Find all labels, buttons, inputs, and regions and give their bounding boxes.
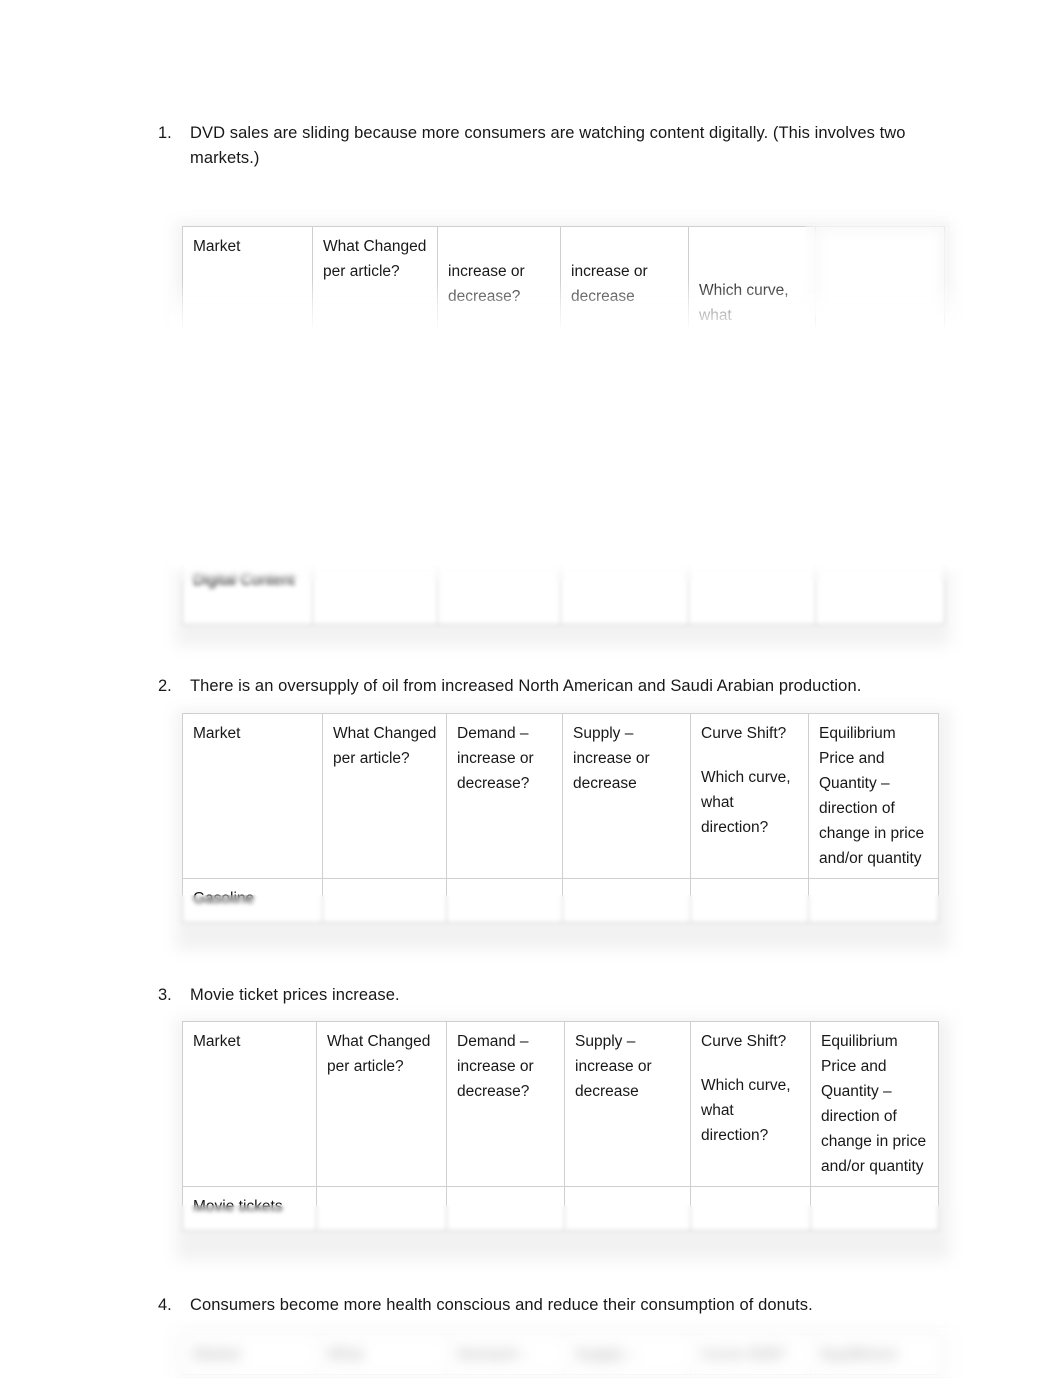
table-2-header-demand: Demand – increase or decrease? — [446, 713, 563, 879]
table-4-header-row: Market What Demand – Supply – Curve Shif… — [182, 1334, 938, 1375]
table-3-cell-market: Movie tickets — [182, 1186, 317, 1231]
table-2-cell-equilibrium[interactable] — [808, 878, 939, 923]
table-2-row-gasoline: Gasoline — [182, 878, 939, 923]
question-1-text: DVD sales are sliding because more consu… — [190, 124, 906, 167]
table-2-cell-what-changed[interactable] — [322, 878, 447, 923]
table-1-header-equilibrium — [815, 226, 945, 336]
table-1-header-what-changed: What Changed per article? — [312, 226, 438, 336]
table-2-header-row: Market What Changed per article? Demand … — [182, 713, 939, 879]
question-2-number: 2. — [158, 677, 172, 695]
table-3-header-supply: Supply – increase or decrease — [564, 1021, 691, 1187]
table-4-header-what-changed: What — [316, 1334, 447, 1375]
table-1-header-supply: increase or decrease — [560, 226, 689, 336]
table-3: Market What Changed per article? Demand … — [182, 1021, 939, 1231]
table-4-header-curve-shift: Curve Shift? — [690, 1334, 811, 1375]
table-4-header-equilibrium: Equilibrium — [810, 1334, 938, 1375]
table-3-cell-curve-shift[interactable] — [690, 1186, 811, 1231]
table-1-cell[interactable] — [815, 335, 945, 561]
question-4-text: Consumers become more health conscious a… — [190, 1296, 813, 1314]
table-1-cell-market: Digital Content — [182, 560, 313, 625]
table-1-header-row: Market What Changed per article? increas… — [182, 226, 945, 336]
table-1: Market What Changed per article? increas… — [182, 226, 945, 625]
table-3-header-equilibrium: Equilibrium Price and Quantity – directi… — [810, 1021, 939, 1187]
question-2-text: There is an oversupply of oil from incre… — [190, 677, 862, 695]
question-3: 3. Movie ticket prices increase. — [158, 983, 948, 1008]
table-2: Market What Changed per article? Demand … — [182, 713, 939, 923]
question-1: 1. DVD sales are sliding because more co… — [158, 121, 948, 171]
table-2-header-what-changed: What Changed per article? — [322, 713, 447, 879]
table-3-header-market: Market — [182, 1021, 317, 1187]
document-page: 1. DVD sales are sliding because more co… — [0, 0, 1062, 1378]
table-1-header-curve-shift: Which curve, what — [688, 226, 816, 336]
table-1-cell-what-changed[interactable] — [312, 560, 438, 625]
table-1-cell[interactable] — [688, 335, 816, 561]
question-1-number: 1. — [158, 124, 172, 142]
table-3-cell-equilibrium[interactable] — [810, 1186, 939, 1231]
table-1-cell-equilibrium[interactable] — [815, 560, 945, 625]
table-3-header-demand: Demand – increase or decrease? — [446, 1021, 565, 1187]
table-1-cell-demand[interactable] — [437, 560, 561, 625]
table-1-header-market: Market — [182, 226, 313, 336]
table-1-cell-supply[interactable] — [560, 560, 689, 625]
table-3-header-what-changed: What Changed per article? — [316, 1021, 447, 1187]
table-4-header-demand: Demand – — [446, 1334, 565, 1375]
table-3-cell-supply[interactable] — [564, 1186, 691, 1231]
question-2: 2. There is an oversupply of oil from in… — [158, 674, 948, 699]
table-1-cell-curve-shift[interactable] — [688, 560, 816, 625]
table-2-header-equilibrium: Equilibrium Price and Quantity – directi… — [808, 713, 939, 879]
table-1-spacer-row — [182, 335, 945, 561]
table-3-header-curve-shift: Curve Shift? Which curve, what direction… — [690, 1021, 811, 1187]
table-1-cell[interactable] — [182, 335, 313, 561]
question-4-number: 4. — [158, 1296, 172, 1314]
table-4-header-market: Market — [182, 1334, 317, 1375]
table-2-cell-market: Gasoline — [182, 878, 323, 923]
table-1-header-demand: increase or decrease? — [437, 226, 561, 336]
question-3-number: 3. — [158, 986, 172, 1004]
table-2-header-market: Market — [182, 713, 323, 879]
table-3-cell-demand[interactable] — [446, 1186, 565, 1231]
table-2-header-supply: Supply – increase or decrease — [562, 713, 691, 879]
question-3-text: Movie ticket prices increase. — [190, 986, 400, 1004]
table-3-header-row: Market What Changed per article? Demand … — [182, 1021, 939, 1187]
table-1-cell[interactable] — [312, 335, 438, 561]
table-1-cell[interactable] — [437, 335, 561, 561]
table-2-cell-demand[interactable] — [446, 878, 563, 923]
table-3-cell-what-changed[interactable] — [316, 1186, 447, 1231]
table-1-row-digital-content: Digital Content — [182, 560, 945, 625]
table-4-header-supply: Supply – — [564, 1334, 691, 1375]
table-1-cell[interactable] — [560, 335, 689, 561]
table-2-header-curve-shift: Curve Shift? Which curve, what direction… — [690, 713, 809, 879]
table-2-cell-curve-shift[interactable] — [690, 878, 809, 923]
question-4: 4. Consumers become more health consciou… — [158, 1293, 948, 1318]
table-3-row-movie-tickets: Movie tickets — [182, 1186, 939, 1231]
table-2-cell-supply[interactable] — [562, 878, 691, 923]
table-4: Market What Demand – Supply – Curve Shif… — [182, 1334, 938, 1377]
